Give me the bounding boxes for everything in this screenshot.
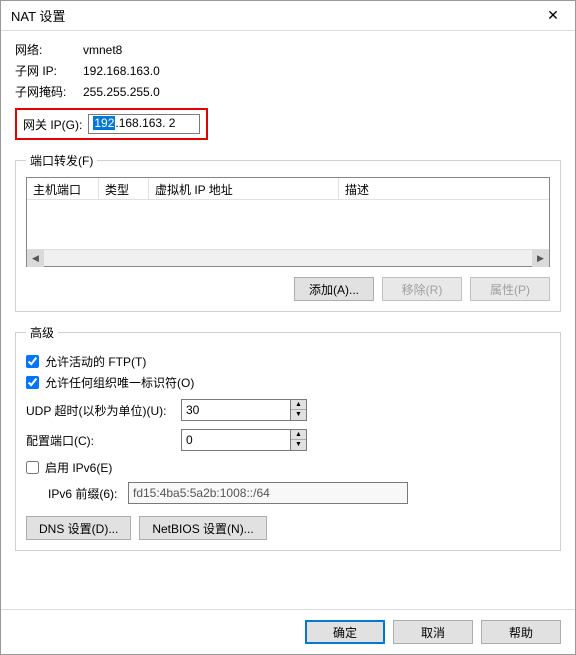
dialog-footer: 确定 取消 帮助: [1, 609, 575, 654]
advanced-group: 高级 允许活动的 FTP(T) 允许任何组织唯一标识符(O) UDP 超时(以秒…: [15, 324, 561, 551]
netbios-settings-button[interactable]: NetBIOS 设置(N)...: [139, 516, 266, 540]
nat-settings-dialog: NAT 设置 ✕ 网络: vmnet8 子网 IP: 192.168.163.0…: [0, 0, 576, 655]
gateway-input[interactable]: 192.168.163. 2: [88, 114, 200, 134]
gateway-label: 网关 IP(G):: [23, 116, 82, 133]
gateway-highlight: 网关 IP(G): 192.168.163. 2: [15, 108, 208, 140]
network-label: 网络:: [15, 41, 83, 58]
gateway-rest: .168.163. 2: [115, 116, 175, 130]
allow-ftp-checkbox[interactable]: [26, 355, 39, 368]
allow-oid-checkbox[interactable]: [26, 376, 39, 389]
cancel-button[interactable]: 取消: [393, 620, 473, 644]
udp-timeout-row: UDP 超时(以秒为单位)(U): ▲ ▼: [26, 399, 550, 421]
subnet-ip-label: 子网 IP:: [15, 62, 83, 79]
dns-settings-button[interactable]: DNS 设置(D)...: [26, 516, 131, 540]
enable-ipv6-label: 启用 IPv6(E): [45, 459, 112, 476]
remove-button: 移除(R): [382, 277, 462, 301]
gateway-selected-octet: 192: [93, 116, 115, 130]
scrollbar-horizontal[interactable]: ◀ ▶: [27, 249, 549, 266]
scroll-left-icon[interactable]: ◀: [27, 250, 44, 267]
scroll-right-icon[interactable]: ▶: [532, 250, 549, 267]
advanced-legend: 高级: [26, 324, 58, 341]
port-forward-buttons: 添加(A)... 移除(R) 属性(P): [26, 277, 550, 301]
ok-button[interactable]: 确定: [305, 620, 385, 644]
close-icon[interactable]: ✕: [539, 6, 567, 26]
chevron-down-icon[interactable]: ▼: [291, 440, 306, 450]
udp-timeout-input[interactable]: [181, 399, 291, 421]
subnet-mask-label: 子网掩码:: [15, 83, 83, 100]
titlebar: NAT 设置 ✕: [1, 1, 575, 31]
subnet-mask-value: 255.255.255.0: [83, 85, 160, 99]
config-port-row: 配置端口(C): ▲ ▼: [26, 429, 550, 451]
ipv6-prefix-input: [128, 482, 408, 504]
subnet-ip-value: 192.168.163.0: [83, 64, 160, 78]
properties-button: 属性(P): [470, 277, 550, 301]
subnet-ip-row: 子网 IP: 192.168.163.0: [15, 62, 561, 79]
advanced-buttons: DNS 设置(D)... NetBIOS 设置(N)...: [26, 516, 550, 540]
help-button[interactable]: 帮助: [481, 620, 561, 644]
col-desc[interactable]: 描述: [339, 178, 549, 199]
udp-spinner[interactable]: ▲ ▼: [290, 399, 307, 421]
allow-oid-label: 允许任何组织唯一标识符(O): [45, 374, 194, 391]
port-forward-legend: 端口转发(F): [26, 152, 97, 169]
chevron-down-icon[interactable]: ▼: [291, 410, 306, 420]
ipv6-prefix-label: IPv6 前缀(6):: [48, 485, 128, 502]
config-port-label: 配置端口(C):: [26, 432, 181, 449]
content-area: 网络: vmnet8 子网 IP: 192.168.163.0 子网掩码: 25…: [1, 31, 575, 609]
chevron-up-icon[interactable]: ▲: [291, 430, 306, 440]
port-forward-group: 端口转发(F) 主机端口 类型 虚拟机 IP 地址 描述 ◀ ▶ 添加(A)..…: [15, 152, 561, 312]
enable-ipv6-checkbox[interactable]: [26, 461, 39, 474]
udp-timeout-label: UDP 超时(以秒为单位)(U):: [26, 402, 181, 419]
config-port-input[interactable]: [181, 429, 291, 451]
chevron-up-icon[interactable]: ▲: [291, 400, 306, 410]
col-host-port[interactable]: 主机端口: [27, 178, 99, 199]
add-button[interactable]: 添加(A)...: [294, 277, 374, 301]
table-header: 主机端口 类型 虚拟机 IP 地址 描述: [27, 178, 549, 200]
port-forward-table[interactable]: 主机端口 类型 虚拟机 IP 地址 描述 ◀ ▶: [26, 177, 550, 267]
network-value: vmnet8: [83, 43, 122, 57]
col-type[interactable]: 类型: [99, 178, 149, 199]
config-spinner[interactable]: ▲ ▼: [290, 429, 307, 451]
dialog-title: NAT 设置: [11, 6, 65, 25]
ipv6-prefix-row: IPv6 前缀(6):: [48, 482, 550, 504]
enable-ipv6-row: 启用 IPv6(E): [26, 459, 550, 476]
allow-oid-row: 允许任何组织唯一标识符(O): [26, 374, 550, 391]
network-row: 网络: vmnet8: [15, 41, 561, 58]
allow-ftp-label: 允许活动的 FTP(T): [45, 353, 146, 370]
subnet-mask-row: 子网掩码: 255.255.255.0: [15, 83, 561, 100]
col-vm-ip[interactable]: 虚拟机 IP 地址: [149, 178, 339, 199]
allow-ftp-row: 允许活动的 FTP(T): [26, 353, 550, 370]
